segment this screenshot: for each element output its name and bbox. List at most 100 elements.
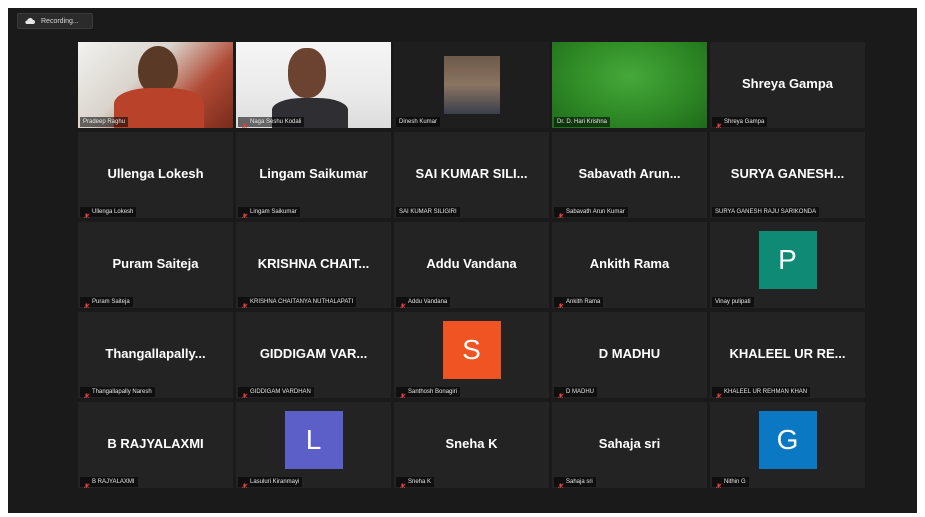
participant-display-name: Sabavath Arun... <box>578 166 681 181</box>
mic-muted-icon <box>557 208 564 218</box>
participant-name-bar: Pradeep Raghu <box>80 117 129 127</box>
participant-name-bar: B RAJYALAXMI <box>80 477 138 488</box>
recording-label: Recording... <box>41 17 79 25</box>
participant-tile[interactable]: Ankith Rama Ankith Rama <box>552 222 707 308</box>
participant-name: Nithin G <box>724 479 746 485</box>
participant-display-name: Shreya Gampa <box>741 76 834 91</box>
participant-name: Thangallapally Naresh <box>92 389 152 395</box>
participant-name: Lingam Saikumar <box>250 209 297 215</box>
participant-name-bar: Shreya Gampa <box>712 117 768 128</box>
participant-name-bar: Nithin G <box>712 477 749 488</box>
participant-tile[interactable]: B RAJYALAXMI B RAJYALAXMI <box>78 402 233 488</box>
participant-display-name: Ankith Rama <box>589 256 670 271</box>
participant-name-bar: KRISHNA CHAITANYA NUTHALAPATI <box>238 297 357 308</box>
mic-muted-icon <box>715 478 722 488</box>
participant-name-bar: Vinay pulipati <box>712 297 754 307</box>
participant-name: Ankith Rama <box>566 299 601 305</box>
participant-tile[interactable]: Sabavath Arun... Sabavath Arun Kumar <box>552 132 707 218</box>
recording-indicator[interactable]: Recording... <box>17 13 93 29</box>
participant-tile[interactable]: Addu Vandana Addu Vandana <box>394 222 549 308</box>
participant-name-bar: Dinesh Kumar <box>396 117 441 127</box>
meeting-window: Recording... Pradeep Raghu Naga Seshu Kod… <box>8 8 917 513</box>
participant-name-bar: KHALEEL UR REHMAN KHAN <box>712 387 811 398</box>
mic-muted-icon <box>83 478 90 488</box>
mic-muted-icon <box>715 118 722 128</box>
participant-display-name: KHALEEL UR RE... <box>729 346 846 361</box>
participant-tile[interactable]: GIDDIGAM VAR... GIDDIGAM VARDHAN <box>236 312 391 398</box>
mic-muted-icon <box>399 388 406 398</box>
participant-name: Shreya Gampa <box>724 119 765 125</box>
participant-name: SAI KUMAR SILIGIRI <box>399 209 457 215</box>
participant-name-bar: SAI KUMAR SILIGIRI <box>396 207 460 217</box>
mic-muted-icon <box>241 118 248 128</box>
participant-name: Pradeep Raghu <box>83 119 126 125</box>
participant-display-name: Lingam Saikumar <box>259 166 368 181</box>
participant-name-bar: Thangallapally Naresh <box>80 387 155 398</box>
participant-name: D MADHU <box>566 389 594 395</box>
mic-muted-icon <box>399 298 406 308</box>
participant-name: GIDDIGAM VARDHAN <box>250 389 311 395</box>
participant-name: Dr. D. Hari Krishna <box>557 119 608 125</box>
participant-name: Santhosh Bonagiri <box>408 389 458 395</box>
mic-muted-icon <box>557 478 564 488</box>
mic-muted-icon <box>83 208 90 218</box>
participant-tile[interactable]: KHALEEL UR RE... KHALEEL UR REHMAN KHAN <box>710 312 865 398</box>
participant-name-bar: Addu Vandana <box>396 297 451 308</box>
participant-name-bar: Santhosh Bonagiri <box>396 387 461 398</box>
mic-muted-icon <box>83 298 90 308</box>
participant-name-bar: Sahaja sri <box>554 477 596 488</box>
participant-tile[interactable]: SAI KUMAR SILI... SAI KUMAR SILIGIRI <box>394 132 549 218</box>
participant-name: Sahaja sri <box>566 479 593 485</box>
participant-tile[interactable]: D MADHU D MADHU <box>552 312 707 398</box>
participant-name-bar: Dr. D. Hari Krishna <box>554 117 611 127</box>
participant-name-bar: D MADHU <box>554 387 597 398</box>
mic-muted-icon <box>83 388 90 398</box>
participant-tile[interactable]: Lingam Saikumar Lingam Saikumar <box>236 132 391 218</box>
participant-tile[interactable]: Ullenga Lokesh Ullenga Lokesh <box>78 132 233 218</box>
mic-muted-icon <box>557 388 564 398</box>
participant-tile[interactable]: Dr. D. Hari Krishna <box>552 42 707 128</box>
participant-avatar: P <box>758 231 817 289</box>
participant-display-name: SAI KUMAR SILI... <box>415 166 528 181</box>
participant-name: Naga Seshu Kodali <box>250 119 302 125</box>
participant-tile[interactable]: P Vinay pulipati <box>710 222 865 308</box>
participant-tile[interactable]: S Santhosh Bonagiri <box>394 312 549 398</box>
participant-name: KRISHNA CHAITANYA NUTHALAPATI <box>250 299 354 305</box>
participant-name: KHALEEL UR REHMAN KHAN <box>724 389 808 395</box>
participant-tile[interactable]: L Lasuluri Kiranmayi <box>236 402 391 488</box>
participant-name: Sneha K <box>408 479 432 485</box>
participant-avatar: L <box>284 411 343 469</box>
participant-tile[interactable]: Dinesh Kumar <box>394 42 549 128</box>
participant-tile[interactable]: Puram Saiteja Puram Saiteja <box>78 222 233 308</box>
participant-avatar: G <box>758 411 817 469</box>
participant-display-name: SURYA GANESH... <box>730 166 845 181</box>
participant-display-name: Thangallapally... <box>105 346 206 361</box>
participant-display-name: Addu Vandana <box>426 256 517 271</box>
participant-name: Addu Vandana <box>408 299 448 305</box>
participant-tile[interactable]: KRISHNA CHAIT... KRISHNA CHAITANYA NUTHAL… <box>236 222 391 308</box>
participant-display-name: D MADHU <box>598 346 661 361</box>
participant-tile[interactable]: Sneha K Sneha K <box>394 402 549 488</box>
participant-name: B RAJYALAXMI <box>92 479 135 485</box>
mic-muted-icon <box>241 298 248 308</box>
participant-tile[interactable]: G Nithin G <box>710 402 865 488</box>
participant-tile[interactable]: SURYA GANESH... SURYA GANESH RAJU SARIKON… <box>710 132 865 218</box>
participant-name: Dinesh Kumar <box>399 119 438 125</box>
participant-name: Vinay pulipati <box>715 299 751 305</box>
participant-name: Sabavath Arun Kumar <box>566 209 625 215</box>
gallery-view: Pradeep Raghu Naga Seshu Kodali Dinesh Kum… <box>78 42 868 488</box>
participant-name: Ullenga Lokesh <box>92 209 134 215</box>
participant-tile[interactable]: Naga Seshu Kodali <box>236 42 391 128</box>
mic-muted-icon <box>399 478 406 488</box>
participant-tile[interactable]: Shreya Gampa Shreya Gampa <box>710 42 865 128</box>
participant-name-bar: Sneha K <box>396 477 435 488</box>
participant-tile[interactable]: Pradeep Raghu <box>78 42 233 128</box>
participant-tile[interactable]: Thangallapally... Thangallapally Naresh <box>78 312 233 398</box>
cloud-record-icon <box>25 18 35 24</box>
participant-name-bar: Ankith Rama <box>554 297 604 308</box>
participant-name-bar: Lasuluri Kiranmayi <box>238 477 303 488</box>
mic-muted-icon <box>557 298 564 308</box>
participant-display-name: Sahaja sri <box>598 436 661 451</box>
participant-tile[interactable]: Sahaja sri Sahaja sri <box>552 402 707 488</box>
participant-name-bar: Sabavath Arun Kumar <box>554 207 628 218</box>
